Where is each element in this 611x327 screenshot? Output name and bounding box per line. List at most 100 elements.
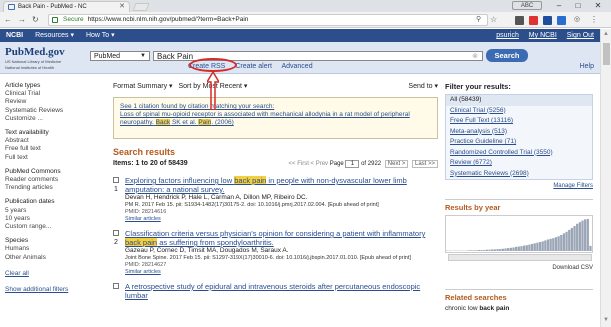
new-tab-button[interactable] bbox=[132, 3, 150, 11]
citation-title-link-cont[interactable]: neuropathy. Back SK et al. Pain. (2006) bbox=[120, 119, 431, 127]
year-bar[interactable] bbox=[565, 231, 568, 251]
advanced-link[interactable]: Advanced bbox=[281, 63, 312, 70]
year-bar[interactable] bbox=[485, 249, 489, 251]
year-bar[interactable] bbox=[504, 248, 507, 251]
result-title-link[interactable]: Classification criteria versus physician… bbox=[125, 229, 438, 247]
year-bar[interactable] bbox=[467, 250, 470, 251]
database-select[interactable]: PubMed ▼ bbox=[90, 51, 150, 61]
my-ncbi-link[interactable]: My NCBI bbox=[529, 32, 557, 39]
year-bar[interactable] bbox=[589, 245, 592, 251]
year-bar[interactable] bbox=[469, 250, 473, 251]
result-checkbox[interactable] bbox=[113, 283, 119, 289]
filter-review[interactable]: Review bbox=[5, 98, 105, 106]
year-bar[interactable] bbox=[522, 245, 526, 251]
filter-reader-comments[interactable]: Reader comments bbox=[5, 176, 105, 184]
filter-trending-articles[interactable]: Trending articles bbox=[5, 184, 105, 192]
filter-customize[interactable]: Customize ... bbox=[5, 115, 105, 123]
filter-meta-analysis[interactable]: Meta-analysis (513) bbox=[446, 127, 592, 138]
year-bar[interactable] bbox=[530, 243, 534, 251]
year-bar[interactable] bbox=[477, 250, 481, 251]
result-checkbox[interactable] bbox=[113, 230, 119, 236]
result-checkbox[interactable] bbox=[113, 177, 119, 183]
resources-menu[interactable]: Resources ▾ bbox=[35, 32, 74, 39]
year-bar[interactable] bbox=[552, 238, 555, 251]
year-bar[interactable] bbox=[584, 219, 587, 251]
minimize-icon[interactable]: – bbox=[553, 0, 565, 12]
year-bar[interactable] bbox=[557, 236, 560, 251]
year-bar[interactable] bbox=[541, 241, 544, 251]
year-bar[interactable] bbox=[568, 229, 571, 251]
back-arrow-icon[interactable]: ← bbox=[4, 14, 12, 26]
filter-all[interactable]: All (58439) bbox=[446, 95, 592, 106]
year-bar[interactable] bbox=[581, 220, 584, 251]
manage-filters-link[interactable]: Manage Filters bbox=[445, 183, 593, 189]
extension-blue-icon[interactable] bbox=[543, 16, 552, 25]
related-search-link[interactable]: chronic low back pain bbox=[445, 305, 593, 312]
year-bar[interactable] bbox=[560, 235, 563, 251]
year-bar[interactable] bbox=[475, 250, 478, 251]
year-bar[interactable] bbox=[496, 249, 499, 251]
extension-pdf-icon[interactable] bbox=[529, 16, 538, 25]
show-additional-filters-link[interactable]: Show additional filters bbox=[5, 286, 105, 294]
forward-arrow-icon[interactable]: → bbox=[18, 14, 26, 26]
scroll-down-icon[interactable]: ▼ bbox=[603, 317, 609, 323]
similar-articles-link[interactable]: Similar articles bbox=[125, 216, 438, 223]
first-page-button[interactable]: << First bbox=[289, 161, 309, 167]
year-bar[interactable] bbox=[520, 246, 523, 251]
extension-ring-icon[interactable]: ◎ bbox=[574, 14, 580, 26]
year-bar[interactable] bbox=[570, 227, 574, 251]
year-bar[interactable] bbox=[472, 250, 475, 251]
zoom-icon[interactable]: ⚲ bbox=[476, 14, 481, 26]
year-bar[interactable] bbox=[499, 249, 502, 251]
scroll-up-icon[interactable]: ▲ bbox=[603, 31, 609, 37]
year-bar[interactable] bbox=[483, 250, 486, 251]
filter-free-full-text-count[interactable]: Free Full Text (13116) bbox=[446, 116, 592, 127]
year-bar[interactable] bbox=[578, 222, 581, 251]
filter-systematic-reviews[interactable]: Systematic Reviews bbox=[5, 107, 105, 115]
year-bar[interactable] bbox=[576, 223, 579, 251]
year-bar[interactable] bbox=[546, 239, 550, 251]
create-alert-link[interactable]: Create alert bbox=[235, 63, 272, 70]
download-csv-link[interactable]: Download CSV bbox=[445, 265, 593, 271]
scrollbar-thumb[interactable] bbox=[603, 43, 610, 65]
result-title-link[interactable]: Exploring factors influencing low back p… bbox=[125, 176, 438, 194]
year-bar[interactable] bbox=[573, 226, 576, 251]
results-by-year-chart[interactable] bbox=[445, 215, 593, 261]
year-bar[interactable] bbox=[480, 250, 483, 251]
send-to-menu[interactable]: Send to ▾ bbox=[408, 82, 438, 90]
year-bar[interactable] bbox=[493, 249, 497, 251]
citation-match-link[interactable]: See 1 citation found by citation matchin… bbox=[120, 103, 431, 111]
page-scrollbar[interactable]: ▲ ▼ bbox=[600, 29, 611, 327]
extension-docs-icon[interactable] bbox=[557, 16, 566, 25]
year-bar[interactable] bbox=[549, 238, 552, 251]
filter-systematic-reviews-count[interactable]: Systematic Reviews (2698) bbox=[446, 169, 592, 180]
year-bar[interactable] bbox=[533, 243, 536, 251]
year-bar[interactable] bbox=[554, 237, 558, 251]
year-range-slider[interactable] bbox=[448, 254, 592, 261]
prev-page-button[interactable]: < Prev bbox=[311, 161, 329, 167]
result-title-link[interactable]: A retrospective study of epidural and in… bbox=[125, 282, 438, 300]
last-page-button[interactable]: Last >> bbox=[411, 160, 438, 168]
tab-close-icon[interactable]: ✕ bbox=[119, 2, 125, 12]
howto-menu[interactable]: How To ▾ bbox=[86, 32, 115, 39]
filter-custom-range[interactable]: Custom range... bbox=[5, 223, 105, 231]
format-select[interactable]: Summary ▾ bbox=[137, 83, 172, 90]
filter-full-text[interactable]: Full text bbox=[5, 154, 105, 162]
filter-free-full-text[interactable]: Free full text bbox=[5, 145, 105, 153]
extension-icon[interactable] bbox=[515, 16, 524, 25]
year-bar[interactable] bbox=[512, 247, 515, 251]
year-bar[interactable] bbox=[507, 248, 510, 251]
close-window-icon[interactable]: ✕ bbox=[592, 0, 604, 12]
bookmark-star-icon[interactable]: ☆ bbox=[490, 14, 497, 26]
year-bar[interactable] bbox=[488, 249, 491, 251]
browser-menu-icon[interactable]: ⋮ bbox=[590, 14, 598, 26]
year-bar[interactable] bbox=[491, 249, 494, 251]
help-link[interactable]: Help bbox=[580, 63, 594, 70]
filter-review-count[interactable]: Review (6772) bbox=[446, 158, 592, 169]
filter-other-animals[interactable]: Other Animals bbox=[5, 254, 105, 262]
url-input[interactable]: Secure https://www.ncbi.nlm.nih.gov/pubme… bbox=[48, 14, 488, 26]
year-bar[interactable] bbox=[562, 233, 566, 251]
similar-articles-link[interactable]: Similar articles bbox=[125, 269, 438, 276]
year-bar[interactable] bbox=[515, 246, 518, 251]
filter-rct[interactable]: Randomized Controlled Trial (3550) bbox=[446, 148, 592, 159]
